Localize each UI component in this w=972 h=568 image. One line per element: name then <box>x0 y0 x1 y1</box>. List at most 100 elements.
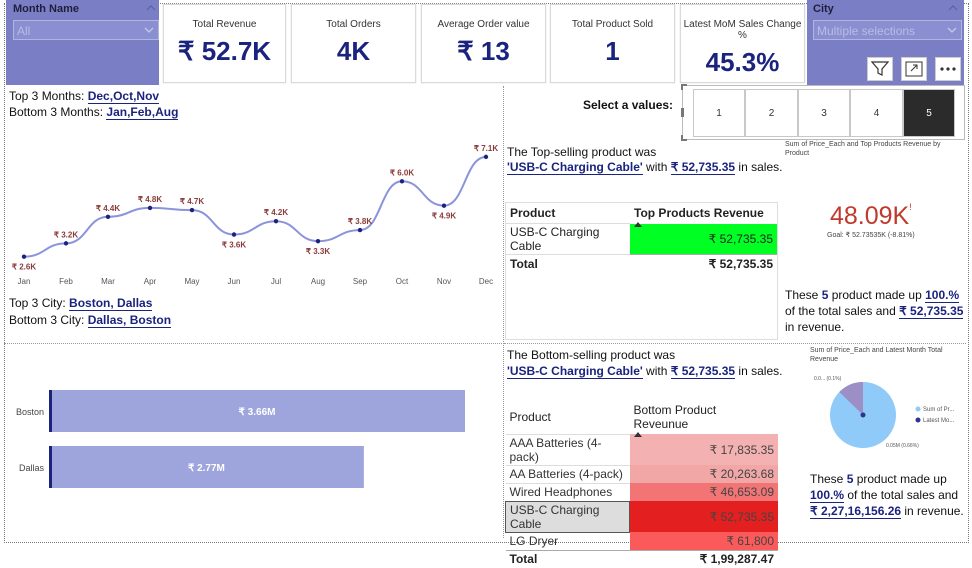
data-point[interactable] <box>147 205 153 211</box>
bottom-summary-line1: These 5 product made up <box>810 472 947 486</box>
select-option-4[interactable]: 4 <box>850 89 903 137</box>
kpi-average-order-value: Average Order value ₹ 13 <box>421 4 546 83</box>
data-point[interactable] <box>273 219 279 224</box>
chevron-up-icon[interactable] <box>948 4 958 12</box>
divider-horizontal-right <box>504 343 966 344</box>
warning-icon: ! <box>909 202 912 212</box>
bottom-product-line1: The Bottom-selling product was <box>507 348 676 362</box>
month-slicer[interactable]: Month Name All <box>6 0 159 85</box>
city-slicer-title: City <box>813 3 834 15</box>
table-row[interactable]: AA Batteries (4-pack) ₹ 20,263.68 <box>505 464 778 483</box>
kpi-value: ₹ 52.7K <box>177 36 272 66</box>
top-table-col-product[interactable]: Product <box>506 203 630 224</box>
data-point[interactable] <box>189 207 195 213</box>
data-point[interactable] <box>231 232 237 237</box>
kpi-goal-title: Sum of Price_Each and Top Products Reven… <box>785 141 941 157</box>
divider-vertical <box>503 86 504 538</box>
x-tick-label: Jan <box>18 277 31 286</box>
x-tick-label: Jun <box>228 277 241 286</box>
revenue-line <box>23 155 487 258</box>
filter-icon <box>871 61 889 76</box>
x-tick-label: Feb <box>59 277 73 286</box>
top-product-name: 'USB-C Charging Cable' <box>507 160 643 175</box>
kpi-label: Average Order value <box>437 19 530 30</box>
top-product-amount: ₹ 52,735.35 <box>670 160 736 175</box>
kpi-goal-card: Sum of Price_Each and Top Products Reven… <box>785 140 965 280</box>
pie-center-marker <box>860 412 866 418</box>
data-label: ₹ 3.3K <box>306 247 330 256</box>
city-dropdown[interactable]: Multiple selections <box>813 20 962 40</box>
focus-mode-button[interactable] <box>901 57 927 81</box>
top-city-value: Boston, Dallas <box>69 296 153 311</box>
table-row[interactable]: LG Dryer ₹ 61,800 <box>505 531 778 550</box>
table-total-row: Total ₹ 1,99,287.47 <box>505 549 778 568</box>
table-row[interactable]: USB-C Charging Cable ₹ 52,735.35 <box>506 223 777 255</box>
legend-marker <box>915 417 921 423</box>
month-slicer-title: Month Name <box>13 3 79 15</box>
table-total-row: Total ₹ 52,735.35 <box>506 254 777 273</box>
bottom-table-col-product[interactable]: Product <box>506 400 630 434</box>
x-tick-label: Apr <box>144 277 157 286</box>
more-options-button[interactable] <box>935 57 961 81</box>
top-product-line1: The Top-selling product was <box>507 145 657 159</box>
monthly-revenue-line-chart: ₹ 2.6K Jan ₹ 3.2K Feb ₹ 4.4K Mar ₹ 4.8K Apr ₹ 4.… <box>12 144 498 286</box>
data-point[interactable] <box>315 238 321 244</box>
latest-month-pie-chart: 0.0... (0.1%) 0.05M (0.66%) Sum of Pr... La… <box>814 376 955 449</box>
month-dropdown-value: All <box>17 24 31 38</box>
corner-handle <box>681 135 687 141</box>
month-dropdown[interactable]: All <box>13 20 159 40</box>
filter-button[interactable] <box>867 57 893 81</box>
kpi-total-revenue: Total Revenue ₹ 52.7K <box>163 4 286 83</box>
data-point[interactable] <box>105 214 111 219</box>
data-point[interactable] <box>357 227 363 233</box>
pie-slice-label: 0.05M (0.66%) <box>886 443 919 449</box>
data-label: ₹ 4.9K <box>432 212 456 221</box>
data-point[interactable] <box>399 179 405 184</box>
top-city-text: Top 3 City: Boston, Dallas <box>9 296 153 311</box>
city-slicer[interactable]: City Multiple selections <box>807 0 964 85</box>
pie-chart-title: Sum of Price_Each and Latest Month Total… <box>810 347 943 363</box>
kpi-total-orders: Total Orders 4K <box>291 4 416 83</box>
kpi-total-product-sold: Total Product Sold 1 <box>550 4 675 83</box>
table-row[interactable]: USB-C Charging Cable ₹ 52,735.35 <box>505 500 778 533</box>
table-row[interactable]: AAA Batteries (4-pack) ₹ 17,835.35 <box>505 433 778 465</box>
bar-category-label: Boston <box>16 407 44 417</box>
kpi-label: Total Revenue <box>192 19 257 30</box>
chevron-up-icon[interactable] <box>146 4 156 12</box>
data-label: ₹ 4.2K <box>264 208 288 217</box>
focus-mode-icon <box>905 61 923 77</box>
table-row[interactable]: Wired Headphones ₹ 46,653.09 <box>505 482 778 501</box>
data-label: ₹ 6.0K <box>390 168 414 177</box>
bottom-months-text: Bottom 3 Months: Jan,Feb,Aug <box>9 105 179 120</box>
top-product-line2: 'USB-C Charging Cable' with ₹ 52,735.35 … <box>507 160 783 175</box>
legend-label[interactable]: Latest Mo... <box>923 418 955 424</box>
top-table-col-revenue[interactable]: Top Products Revenue <box>630 203 777 227</box>
bar-accent <box>49 446 52 488</box>
select-option-2[interactable]: 2 <box>745 89 798 137</box>
data-label: ₹ 3.6K <box>222 241 246 250</box>
select-option-1[interactable]: 1 <box>693 89 745 137</box>
top-products-table: Product Top Products Revenue USB-C Charg… <box>505 202 778 340</box>
x-tick-label: Aug <box>311 277 325 286</box>
top-summary-line3: in revenue. <box>785 320 845 334</box>
data-point[interactable] <box>441 203 447 208</box>
bottom-table-col-revenue[interactable]: Bottom Product Reveunue <box>630 400 779 437</box>
kpi-value: 45.3% <box>705 47 780 77</box>
value-selector[interactable]: 1 2 3 4 5 <box>681 84 965 141</box>
side-handle <box>681 108 684 117</box>
data-label: ₹ 3.2K <box>54 230 78 239</box>
data-point[interactable] <box>483 154 489 160</box>
bottom-summary-line2: 100.% of the total sales and <box>810 488 959 503</box>
pie-slice-label: 0.0... (0.1%) <box>814 376 842 382</box>
city-dropdown-value: Multiple selections <box>817 24 916 38</box>
select-option-3[interactable]: 3 <box>798 89 850 137</box>
select-option-5[interactable]: 5 <box>903 89 955 137</box>
legend-label[interactable]: Sum of Pr... <box>923 407 955 413</box>
data-point[interactable] <box>63 241 69 246</box>
kpi-goal-text: Goal: ₹ 52.73535K (-8.81%) <box>827 232 915 239</box>
x-tick-label: Dec <box>479 277 493 286</box>
data-point[interactable] <box>21 254 27 259</box>
bottom-summary-line3: ₹ 2,27,16,156.26 in revenue. <box>810 504 964 519</box>
kpi-label: Total Orders <box>326 19 381 30</box>
legend-marker <box>915 406 921 412</box>
